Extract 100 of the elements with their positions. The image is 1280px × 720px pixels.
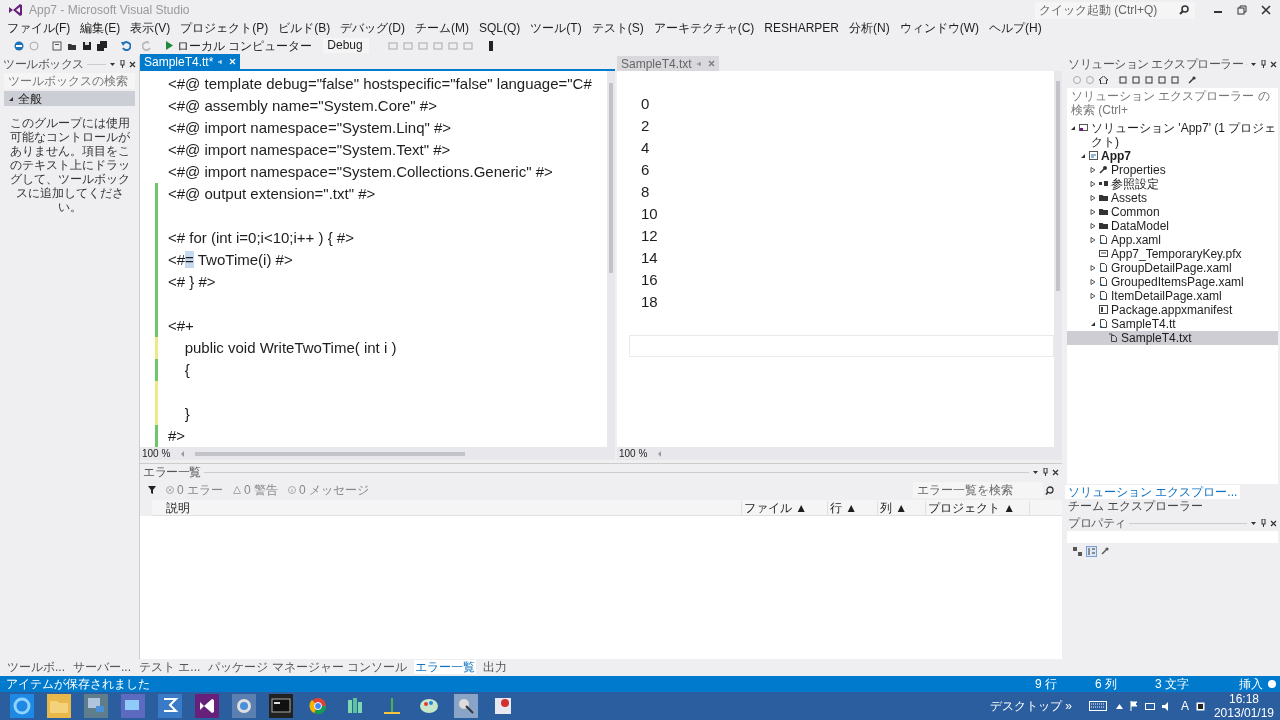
tree-item[interactable]: Properties (1067, 163, 1278, 177)
pin-icon[interactable] (1260, 60, 1267, 68)
ime-mode-icon[interactable] (1195, 701, 1205, 711)
output-line[interactable]: 8 (641, 180, 650, 204)
output-line[interactable]: 14 (641, 246, 658, 270)
start-debug-button[interactable]: ローカル コンピューター (165, 38, 313, 53)
menu-item[interactable]: ビルド(B) (278, 21, 331, 35)
code-line[interactable]: <#+ (168, 314, 194, 338)
expander-icon[interactable] (1070, 125, 1076, 131)
tree-item[interactable]: Package.appxmanifest (1067, 303, 1278, 317)
ime-indicator[interactable]: A (1180, 699, 1189, 713)
expander-icon[interactable] (1090, 223, 1096, 229)
code-line[interactable]: { (168, 358, 190, 382)
toolbox-group-header[interactable]: 全般 (4, 91, 135, 106)
menu-item[interactable]: ウィンドウ(W) (899, 21, 980, 35)
menu-item[interactable]: テスト(S) (591, 21, 644, 35)
menu-item[interactable]: チーム(M) (415, 21, 469, 35)
expander-icon[interactable] (1080, 153, 1086, 159)
dropdown-caret-icon[interactable] (1250, 60, 1257, 68)
column-header[interactable]: 説明 (152, 500, 742, 515)
tree-item[interactable]: App7 (1067, 149, 1278, 163)
tree-item[interactable]: DataModel (1067, 219, 1278, 233)
code-line[interactable]: <#@ assembly name="System.Core" #> (168, 94, 437, 118)
output-line[interactable]: 0 (641, 92, 650, 116)
close-icon[interactable] (129, 60, 136, 68)
sigma-icon[interactable] (158, 694, 182, 718)
toolbar-label[interactable]: デスクトップ (990, 699, 1063, 713)
save-all-icon[interactable] (97, 40, 108, 51)
expander-icon[interactable] (1090, 237, 1096, 243)
column-header[interactable]: プロジェクト ▲ (926, 500, 1030, 515)
panel-tab[interactable]: 出力 (482, 660, 509, 674)
code-line[interactable]: #> (168, 424, 186, 447)
dropdown-caret-icon[interactable] (1032, 468, 1039, 476)
tree-item[interactable]: 参照設定 (1067, 177, 1278, 191)
panel-tab[interactable]: エラー一覧 (414, 660, 477, 674)
expander-icon[interactable] (1090, 167, 1096, 173)
tree-item[interactable]: Assets (1067, 191, 1278, 205)
panel-tab[interactable]: サーバー... (72, 660, 133, 674)
restore-icon[interactable] (1237, 5, 1247, 15)
expander-icon[interactable] (1090, 265, 1096, 271)
dropdown-caret-icon[interactable] (109, 60, 116, 68)
code-line[interactable]: <#@ import namespace="System.Collections.Generic" #> (168, 160, 553, 184)
code-line[interactable]: <#@ import namespace="System.Linq" #> (168, 116, 452, 140)
clock-date[interactable]: 2013/01/19 (1213, 706, 1274, 720)
network-icon[interactable] (1144, 701, 1155, 711)
code-line[interactable]: <#= TwoTime(i) #> (168, 248, 293, 272)
menu-item[interactable]: ツール(T) (530, 21, 582, 35)
panel-tab[interactable]: ソリューション エクスプロー... (1065, 485, 1241, 499)
expander-icon[interactable] (1090, 181, 1096, 187)
column-header[interactable]: 列 ▲ (878, 500, 926, 515)
output-line[interactable]: 12 (641, 224, 658, 248)
expander-icon[interactable] (1090, 195, 1096, 201)
quick-launch-field[interactable]: クイック起動 (Ctrl+Q) (1035, 1, 1195, 19)
tree-item[interactable]: ソリューション 'App7' (1 プロジェクト) (1067, 121, 1278, 149)
tree-item[interactable]: ItemDetailPage.xaml (1067, 289, 1278, 303)
configuration-dropdown[interactable]: Debug (323, 38, 370, 53)
back-icon[interactable] (14, 40, 24, 51)
app-window-icon[interactable] (121, 694, 145, 718)
panel-tab[interactable]: パッケージ マネージャー コンソール (207, 660, 409, 674)
bookmark-icon[interactable] (488, 40, 495, 51)
menu-item[interactable]: プロジェクト(P) (180, 21, 269, 35)
menu-item[interactable]: 編集(E) (80, 21, 121, 35)
output-line[interactable]: 2 (641, 114, 650, 138)
menu-item[interactable]: アーキテクチャ(C) (653, 21, 755, 35)
code-line[interactable]: <#@ import namespace="System.Text" #> (168, 138, 451, 162)
close-icon[interactable] (1052, 468, 1059, 476)
expander-icon[interactable] (1090, 279, 1096, 285)
zoom-level[interactable]: 100 % (617, 446, 653, 461)
code-line[interactable]: <#@ template debug="false" hostspecific="false" language="C# (168, 72, 592, 96)
menu-item[interactable]: RESHARPER (764, 21, 840, 35)
tree-item[interactable]: App7_TemporaryKey.pfx (1067, 247, 1278, 261)
new-project-icon[interactable] (52, 40, 62, 51)
tree-item[interactable]: Common (1067, 205, 1278, 219)
menu-item[interactable]: デバッグ(D) (340, 21, 405, 35)
scroll-thumb[interactable] (1056, 81, 1060, 291)
visual-studio-icon[interactable] (195, 694, 219, 718)
flag-icon[interactable] (1129, 701, 1138, 711)
zoom-level[interactable]: 100 % (140, 446, 176, 461)
panel-tab[interactable]: ツールボ... (6, 660, 66, 674)
panel-tab[interactable]: チーム エクスプローラー (1065, 499, 1207, 513)
output-line[interactable]: 16 (641, 268, 658, 292)
home-icon[interactable] (1099, 76, 1108, 84)
panel-tab[interactable]: テスト エ... (138, 660, 202, 674)
search-field[interactable]: ツールボックスの検索 (4, 73, 135, 89)
pin-icon[interactable] (119, 60, 126, 68)
alphabetical-icon[interactable] (1086, 545, 1097, 557)
dropdown-caret-icon[interactable] (1250, 519, 1257, 527)
menu-item[interactable]: 表示(V) (130, 21, 171, 35)
output-line[interactable]: 18 (641, 290, 658, 314)
menu-item[interactable]: ヘルプ(H) (989, 21, 1042, 35)
code-line[interactable]: <# } #> (168, 270, 216, 294)
expander-icon[interactable] (1090, 209, 1096, 215)
chevron-button[interactable]: » (1065, 699, 1072, 713)
code-line[interactable]: public void WriteTwoTime( int i ) (168, 336, 397, 360)
search-field[interactable]: エラー一覧を検索 (913, 482, 1043, 498)
expander-icon[interactable] (1090, 293, 1096, 299)
tree-item[interactable]: GroupDetailPage.xaml (1067, 261, 1278, 275)
scroll-thumb[interactable] (195, 451, 465, 456)
keyboard-icon[interactable] (1088, 701, 1107, 711)
tree-item[interactable]: SampleT4.txt (1067, 331, 1278, 345)
